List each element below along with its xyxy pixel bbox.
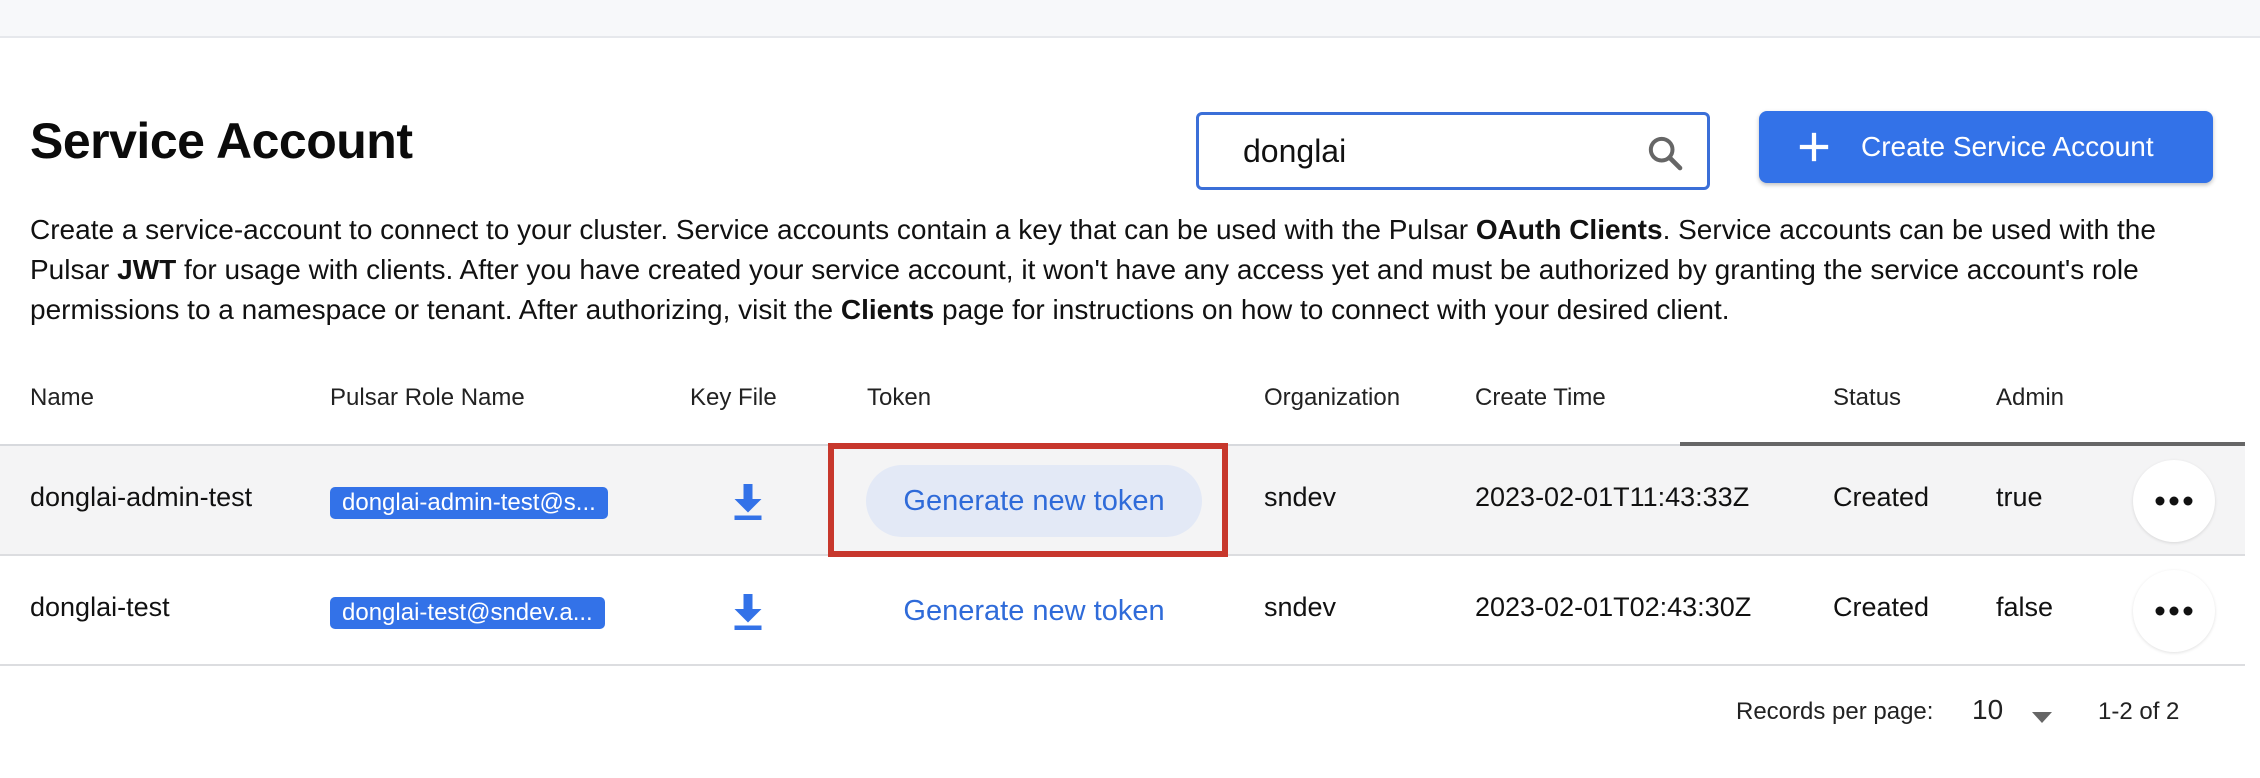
table-row[interactable]: donglai-test donglai-test@sndev.a... Gen… [0,556,2245,666]
cell-create-time: 2023-02-01T11:43:33Z [1475,482,1750,512]
more-horizontal-icon [2155,496,2193,506]
cell-status: Created [1833,482,1930,512]
oauth-clients-link: OAuth Clients [1475,214,1663,245]
highlight-box [828,443,1228,557]
description: Create a service-account to connect to y… [30,214,2156,325]
pagination-range: 1-2 of 2 [2098,698,2180,725]
records-per-page-select[interactable]: 10 [1972,694,2003,726]
search-input[interactable] [1243,129,1643,173]
column-header-key-file[interactable]: Key File [690,384,777,412]
download-icon[interactable] [730,592,766,632]
column-header-organization[interactable]: Organization [1264,384,1400,412]
cell-name: donglai-test [30,592,170,622]
role-chip: donglai-admin-test@s... [330,487,608,519]
create-service-account-label: Create Service Account [1861,131,2154,162]
column-header-status[interactable]: Status [1833,384,1901,412]
plus-icon [1799,132,1829,162]
cell-admin: false [1996,592,2054,622]
row-more-button[interactable] [2133,460,2215,542]
search-icon[interactable] [1645,133,1685,173]
cell-admin: true [1996,482,2043,512]
column-header-token[interactable]: Token [867,384,931,412]
caret-down-icon[interactable] [2032,712,2052,723]
column-header-role[interactable]: Pulsar Role Name [330,384,525,412]
cell-create-time: 2023-02-01T02:43:30Z [1475,592,1752,622]
role-chip: donglai-test@sndev.a... [330,597,605,629]
clients-link: Clients [840,294,935,325]
table-header: Name Pulsar Role Name Key File Token Org… [0,370,2245,446]
search-box[interactable] [1196,112,1710,190]
download-icon[interactable] [730,482,766,522]
page-title: Service Account [30,113,413,169]
cell-name: donglai-admin-test [30,482,253,512]
jwt-link: JWT [117,254,177,285]
records-per-page-label: Records per page: [1736,698,1934,725]
cell-organization: sndev [1264,482,1337,512]
column-header-name[interactable]: Name [30,384,94,412]
row-more-button[interactable] [2133,570,2215,652]
generate-new-token-button[interactable]: Generate new token [866,575,1202,647]
top-bar [0,0,2260,38]
cell-status: Created [1833,592,1930,622]
cell-organization: sndev [1264,592,1337,622]
column-header-create-time[interactable]: Create Time [1475,384,1606,412]
more-horizontal-icon [2155,606,2193,616]
create-service-account-button[interactable]: Create Service Account [1759,111,2213,183]
column-header-admin[interactable]: Admin [1996,384,2064,412]
